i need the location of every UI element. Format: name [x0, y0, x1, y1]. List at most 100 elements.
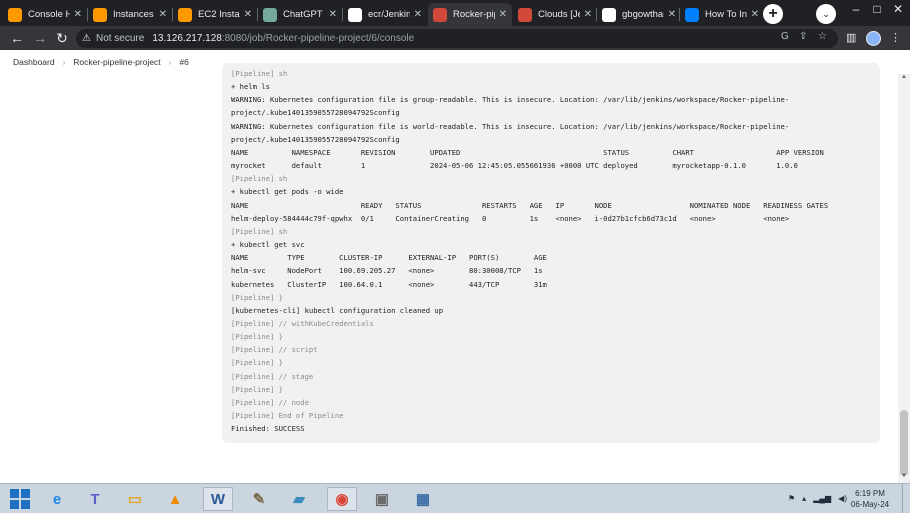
- console-line: [Pipeline] }: [231, 292, 283, 302]
- notes-icon[interactable]: ▰: [284, 487, 314, 511]
- breadcrumb-item[interactable]: #6: [179, 57, 188, 67]
- browser-tab[interactable]: Rocker-pipe ✕: [428, 3, 512, 26]
- browser-tab[interactable]: Console Ho ✕: [3, 3, 87, 26]
- close-tab-icon[interactable]: ✕: [584, 9, 592, 20]
- close-window-button[interactable]: ✕: [888, 2, 908, 16]
- console-line: + kubectl get pods -o wide: [231, 187, 344, 197]
- jenkins-icon: [518, 7, 532, 22]
- browser-menu-icon[interactable]: ⋮: [890, 31, 901, 44]
- console-line: [Pipeline] }: [231, 384, 283, 394]
- vlc-icon[interactable]: ▲: [160, 487, 190, 511]
- close-tab-icon[interactable]: ✕: [74, 9, 82, 20]
- console-line: [Pipeline] End of Pipeline: [231, 411, 344, 421]
- internet-explorer-icon[interactable]: e: [42, 487, 72, 511]
- security-label: Not secure: [95, 33, 145, 44]
- github-icon: [348, 7, 362, 22]
- console-line: + kubectl get svc: [231, 240, 305, 250]
- tab-label: EC2 Instanc: [198, 9, 240, 20]
- tab-divider: [342, 8, 343, 21]
- putty-icon[interactable]: ▣: [367, 487, 397, 511]
- url-path: :8080/job/Rocker-pipeline-project/6/cons…: [221, 33, 415, 44]
- system-tray: ⚑ ▴ ▂▄▆ ◀): [788, 494, 847, 503]
- console-line: WARNING: Kubernetes configuration file i…: [231, 121, 790, 131]
- console-line: [Pipeline] }: [231, 358, 283, 368]
- network-app-icon[interactable]: ▦: [408, 487, 438, 511]
- console-line: kubernetes ClusterIP 100.64.0.1 <none> 4…: [231, 279, 547, 289]
- digitalocean-icon: [685, 7, 699, 22]
- console-line: [Pipeline] // withKubeCredentials: [231, 318, 374, 328]
- file-explorer-icon[interactable]: ▭: [120, 487, 150, 511]
- minimize-button[interactable]: –: [846, 2, 866, 16]
- volume-icon[interactable]: ◀): [838, 494, 847, 503]
- close-tab-icon[interactable]: ✕: [499, 9, 507, 20]
- tab-divider: [679, 8, 680, 21]
- taskbar-clock[interactable]: 6:19 PM 06-May-24: [848, 488, 892, 510]
- chrome-icon[interactable]: ◉: [327, 487, 357, 511]
- console-line: [Pipeline] }: [231, 332, 283, 342]
- back-arrow-icon[interactable]: ←: [8, 29, 26, 47]
- console-line: helm-deploy-584444c79f-qpwhx 0/1 Contain…: [231, 213, 790, 223]
- close-tab-icon[interactable]: ✕: [329, 9, 337, 20]
- breadcrumb-item[interactable]: Dashboard: [13, 57, 55, 67]
- console-line: NAME READY STATUS RESTARTS AGE IP NODE N…: [231, 200, 829, 210]
- bookmark-star-icon[interactable]: ☆: [818, 31, 827, 42]
- show-hidden-icons-icon[interactable]: ▴: [802, 494, 806, 503]
- scrollbar-thumb[interactable]: [900, 410, 908, 476]
- new-tab-button[interactable]: +: [763, 4, 783, 24]
- tab-divider: [87, 8, 88, 21]
- teams-icon[interactable]: T: [80, 487, 110, 511]
- aws-icon: [8, 7, 22, 22]
- forward-arrow-icon[interactable]: →: [31, 29, 49, 47]
- address-bar[interactable]: ⚠ Not secure 13.126.217.128 :8080/job/Ro…: [76, 29, 838, 48]
- browser-tab[interactable]: ChatGPT ✕: [258, 3, 342, 26]
- tab-label: How To Ins: [705, 9, 747, 20]
- maximize-button[interactable]: □: [867, 2, 887, 16]
- breadcrumb-item[interactable]: Rocker-pipeline-project: [73, 57, 160, 67]
- reload-icon[interactable]: ↻: [53, 29, 71, 47]
- aws-icon: [93, 7, 107, 22]
- browser-tab[interactable]: ecr/Jenkins ✕: [343, 3, 427, 26]
- side-panel-icon[interactable]: ▥: [846, 31, 856, 44]
- chatgpt-icon: [263, 7, 277, 22]
- close-tab-icon[interactable]: ✕: [244, 9, 252, 20]
- console-line: [kubernetes-cli] kubectl configuration c…: [231, 305, 444, 315]
- close-tab-icon[interactable]: ✕: [668, 9, 676, 20]
- show-desktop-button[interactable]: [902, 484, 910, 513]
- tab-label: Rocker-pipe: [453, 9, 495, 20]
- windows-taskbar: e T ▭ ▲ W ✎ ▰ ◉ ▣ ▦ ⚑ ▴ ▂▄▆ ◀) 6:19 PM 06-May-24: [0, 483, 910, 513]
- page-scrollbar[interactable]: [898, 74, 910, 483]
- browser-tab[interactable]: gbgowthar ✕: [597, 3, 681, 26]
- google-lens-icon[interactable]: G: [781, 31, 789, 42]
- scroll-up-arrow-icon[interactable]: ▲: [898, 74, 910, 84]
- windows-start-icon[interactable]: [10, 489, 30, 509]
- signal-icon[interactable]: ▂▄▆: [813, 494, 831, 503]
- browser-tab[interactable]: Instances | ✕: [88, 3, 172, 26]
- paint-icon[interactable]: ✎: [244, 487, 274, 511]
- tab-label: gbgowthar: [622, 9, 664, 20]
- scroll-down-arrow-icon[interactable]: ▼: [898, 473, 910, 483]
- share-icon[interactable]: ⇪: [799, 31, 807, 42]
- word-icon[interactable]: W: [203, 487, 233, 511]
- console-output: [Pipeline] sh + helm ls WARNING: Kubernete…: [222, 63, 880, 443]
- close-tab-icon[interactable]: ✕: [414, 9, 422, 20]
- profile-avatar[interactable]: [866, 31, 881, 46]
- tab-search-button[interactable]: ⌄: [816, 4, 836, 24]
- close-tab-icon[interactable]: ✕: [159, 9, 167, 20]
- console-line: Finished: SUCCESS: [231, 424, 305, 434]
- flag-icon[interactable]: ⚑: [788, 494, 795, 503]
- browser-tab[interactable]: EC2 Instanc ✕: [173, 3, 257, 26]
- warning-icon: ⚠: [82, 33, 91, 44]
- console-line: [Pipeline] // node: [231, 397, 309, 407]
- browser-tab-strip: Console Ho✕Instances |✕EC2 Instanc✕ChatG…: [0, 0, 910, 26]
- browser-tab[interactable]: How To Ins ✕: [680, 3, 764, 26]
- browser-tab[interactable]: Clouds [Jen ✕: [513, 3, 597, 26]
- tab-label: ecr/Jenkins: [368, 9, 410, 20]
- tab-label: Console Ho: [28, 9, 70, 20]
- close-tab-icon[interactable]: ✕: [751, 9, 759, 20]
- console-lines: [Pipeline] sh + helm ls WARNING: Kubernete…: [231, 67, 828, 435]
- console-line: project/.kube1401359055728094792Sconfig: [231, 108, 400, 118]
- console-line: [Pipeline] // script: [231, 345, 318, 355]
- clock-time: 6:19 PM: [855, 489, 885, 498]
- console-line: + helm ls: [231, 82, 270, 92]
- console-line: project/.kube1401359055728094792Sconfig: [231, 134, 400, 144]
